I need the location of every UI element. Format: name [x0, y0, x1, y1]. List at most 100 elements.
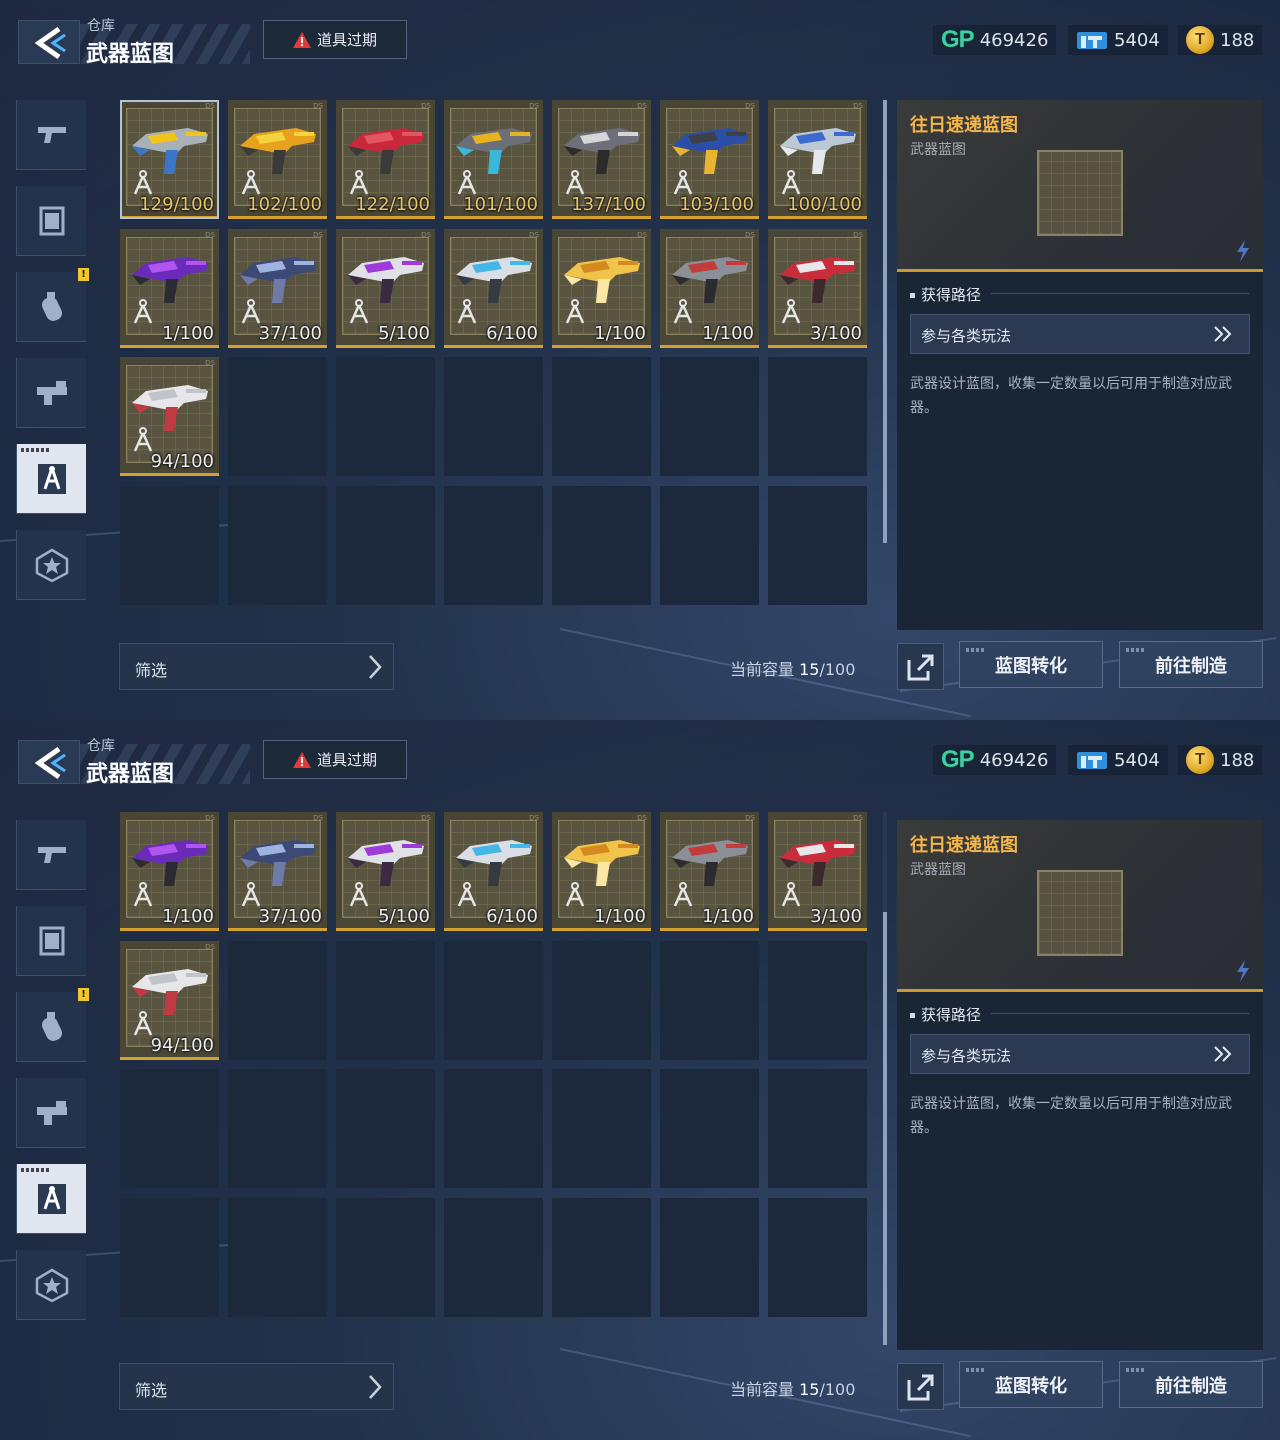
- blueprint-slot[interactable]: DS 1/100: [552, 228, 651, 348]
- blueprint-slot[interactable]: DS 129/100: [120, 100, 219, 219]
- blueprint-count: 129/100: [139, 194, 214, 215]
- empty-slot: [552, 485, 651, 605]
- pistol-icon: [38, 847, 66, 863]
- sidebar-tab-grenade[interactable]: [16, 272, 86, 342]
- expired-items-button[interactable]: 道具过期: [263, 740, 407, 779]
- blueprint-count: 94/100: [150, 1034, 214, 1056]
- blueprint-slot[interactable]: DS 1/100: [660, 812, 759, 931]
- item-name: 往日速递蓝图: [910, 115, 1018, 136]
- blueprint-count: 6/100: [486, 906, 538, 927]
- back-button[interactable]: [18, 740, 80, 784]
- sidebar-tab-blueprint[interactable]: [16, 1164, 86, 1234]
- blueprint-convert-button[interactable]: 蓝图转化: [959, 641, 1103, 688]
- blueprint-slot[interactable]: DS 94/100: [120, 940, 219, 1060]
- blueprint-count: 1/100: [594, 906, 646, 927]
- blueprint-slot[interactable]: DS 1/100: [552, 812, 651, 931]
- blueprint-slot[interactable]: DS 3/100: [768, 228, 867, 348]
- notification-badge: !: [78, 988, 89, 1001]
- blueprint-slot[interactable]: DS 103/100: [660, 100, 759, 219]
- blueprint-grid: DS129/100DS102/100DS122/100DS101/100DS13…: [120, 812, 868, 1345]
- source-play-modes-button[interactable]: 参与各类玩法: [910, 1034, 1250, 1074]
- sidebar-tab-pistol[interactable]: [16, 820, 86, 890]
- share-export-button[interactable]: [897, 643, 944, 690]
- gp-icon: GP: [941, 26, 975, 53]
- capacity-total: /100: [819, 660, 856, 679]
- grenade-icon: [41, 1012, 63, 1041]
- blueprint-slot[interactable]: DS 1/100: [660, 228, 759, 348]
- item-detail-panel: 往日速递蓝图 武器蓝图 获得路径 参与各类玩法 武器设计蓝图，收集一定数量以后可…: [897, 100, 1263, 630]
- chevron-right-icon: [369, 655, 382, 679]
- source-play-modes-button[interactable]: 参与各类玩法: [910, 314, 1250, 354]
- go-craft-button[interactable]: 前往制造: [1119, 641, 1263, 688]
- sidebar-tab-attachment[interactable]: [16, 358, 86, 428]
- blueprint-slot[interactable]: DS 1/100: [120, 812, 219, 931]
- empty-slot: [660, 357, 759, 476]
- share-export-button[interactable]: [897, 1363, 944, 1410]
- sidebar-tab-frame[interactable]: [16, 186, 86, 256]
- empty-slot: [768, 485, 867, 605]
- star-badge-icon: [35, 548, 69, 583]
- empty-slot: [552, 1197, 651, 1317]
- empty-slot: [660, 1069, 759, 1188]
- sidebar-tab-blueprint[interactable]: [16, 444, 86, 514]
- blueprint-slot[interactable]: DS 94/100: [120, 357, 219, 476]
- star-badge-icon: [35, 1268, 69, 1303]
- gp-amount: 469426: [979, 749, 1049, 771]
- blueprint-convert-button[interactable]: 蓝图转化: [959, 1361, 1103, 1408]
- sidebar-tab-attachment[interactable]: [16, 1078, 86, 1148]
- blueprint-slot[interactable]: DS 6/100: [444, 812, 543, 931]
- blueprint-count: 103/100: [679, 194, 754, 215]
- empty-slot: [444, 940, 543, 1060]
- back-button[interactable]: [18, 20, 80, 64]
- blueprint-slot[interactable]: DS 6/100: [444, 228, 543, 348]
- empty-slot: [336, 1069, 435, 1188]
- blueprint-slot[interactable]: DS 3/100: [768, 812, 867, 931]
- grid-scrollbar[interactable]: [883, 100, 887, 543]
- capacity-label: 当前容量: [730, 1380, 795, 1399]
- blueprint-count: 122/100: [355, 194, 430, 215]
- filter-label: 筛选: [135, 1381, 168, 1400]
- empty-slot: [444, 357, 543, 476]
- capacity-used: 15: [799, 660, 820, 679]
- page-title: 武器蓝图: [86, 762, 175, 787]
- capacity-indicator: 当前容量 15/100: [730, 1376, 855, 1400]
- gold-currency: T 188: [1178, 745, 1263, 775]
- blueprint-count: 6/100: [486, 322, 538, 344]
- capacity-total: /100: [819, 1380, 856, 1399]
- filter-dropdown[interactable]: 筛选: [119, 643, 394, 690]
- filter-dropdown[interactable]: 筛选: [119, 1363, 394, 1410]
- gold-currency: T 188: [1178, 25, 1263, 55]
- sidebar-tab-pistol[interactable]: [16, 100, 86, 170]
- go-craft-button[interactable]: 前往制造: [1119, 1361, 1263, 1408]
- blueprint-icon: [38, 464, 66, 494]
- grid-scrollbar-thumb[interactable]: [883, 100, 887, 543]
- item-type: 武器蓝图: [910, 862, 966, 878]
- empty-slot: [552, 1069, 651, 1188]
- blueprint-count: 5/100: [378, 906, 430, 927]
- sidebar-tab-grenade[interactable]: [16, 992, 86, 1062]
- blueprint-slot[interactable]: DS 122/100: [336, 100, 435, 219]
- expired-items-label: 道具过期: [316, 31, 377, 49]
- gold-coin-icon: T: [1186, 746, 1214, 774]
- blueprint-slot[interactable]: DS 5/100: [336, 812, 435, 931]
- blueprint-slot[interactable]: DS 137/100: [552, 100, 651, 219]
- blueprint-slot[interactable]: DS 102/100: [228, 100, 327, 219]
- blueprint-slot[interactable]: DS 100/100: [768, 100, 867, 219]
- blueprint-slot[interactable]: DS 101/100: [444, 100, 543, 219]
- blueprint-slot[interactable]: DS 5/100: [336, 228, 435, 348]
- pipe-currency-amount: 5404: [1114, 749, 1160, 771]
- blueprint-count: 94/100: [150, 451, 214, 472]
- blueprint-count: 1/100: [702, 322, 754, 344]
- grid-scrollbar[interactable]: [883, 812, 887, 1345]
- expired-items-button[interactable]: 道具过期: [263, 20, 407, 59]
- sidebar-tab-star-badge[interactable]: [16, 530, 86, 600]
- blueprint-slot[interactable]: DS 37/100: [228, 812, 327, 931]
- sidebar-tab-star-badge[interactable]: [16, 1250, 86, 1320]
- grid-scrollbar-thumb[interactable]: [883, 912, 887, 1345]
- blueprint-slot[interactable]: DS 1/100: [120, 228, 219, 348]
- empty-slot: [228, 485, 327, 605]
- source-divider: [991, 1013, 1249, 1014]
- back-arrow-icon: [35, 27, 66, 59]
- blueprint-slot[interactable]: DS 37/100: [228, 228, 327, 348]
- sidebar-tab-frame[interactable]: [16, 906, 86, 976]
